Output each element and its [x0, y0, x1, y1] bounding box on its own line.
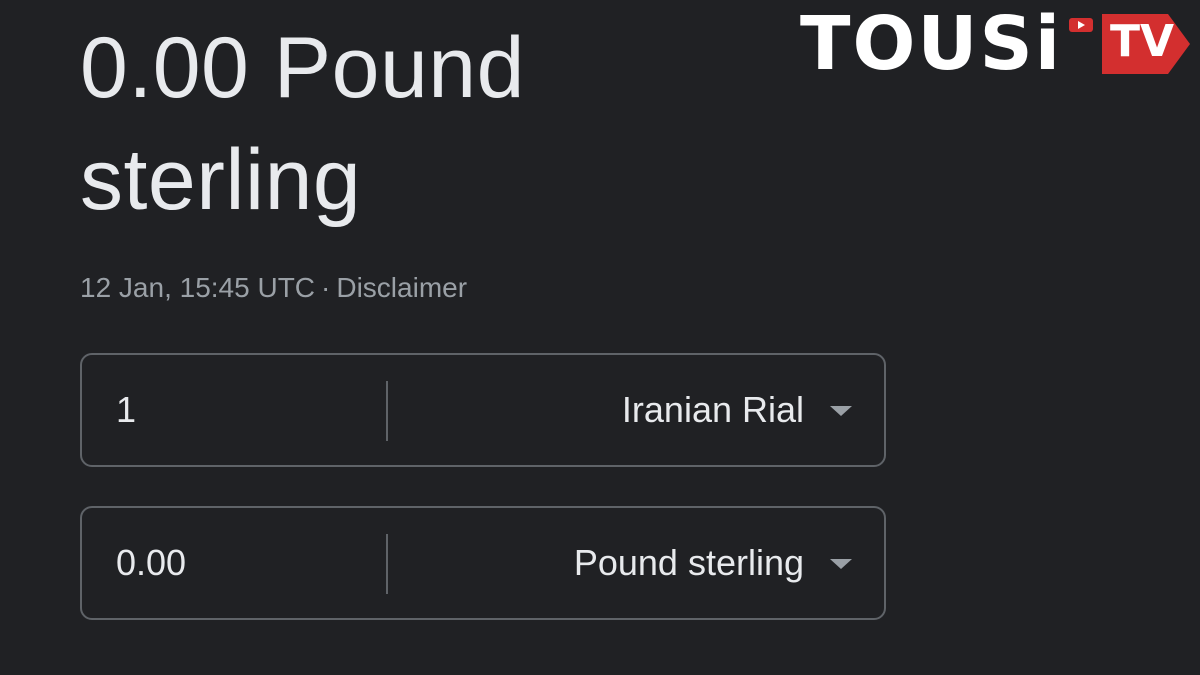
row-divider [386, 534, 388, 594]
from-currency-select[interactable]: Iranian Rial [402, 355, 884, 465]
chevron-down-icon [830, 559, 852, 569]
result-line-1: 0.00 Pound [80, 20, 525, 116]
conversion-result-title: 0.00 Pound sterling [80, 12, 780, 236]
result-line-2: sterling [80, 132, 362, 228]
to-currency-select[interactable]: Pound sterling [402, 508, 884, 618]
disclaimer-link[interactable]: Disclaimer [336, 272, 467, 303]
to-amount-input[interactable]: 0.00 [116, 508, 376, 618]
logo-wordmark: TOUSi [800, 1, 1063, 87]
meta-separator: · [321, 272, 331, 303]
rate-timestamp: 12 Jan, 15:45 UTC [80, 272, 316, 303]
logo-tv-text: TV [1110, 16, 1175, 67]
to-currency-label: Pound sterling [573, 542, 804, 583]
currency-converter-screen: 0.00 Pound sterling 12 Jan, 15:45 UTC · Di… [0, 0, 1200, 675]
from-currency-row: 1 Iranian Rial [80, 353, 886, 467]
from-amount-input[interactable]: 1 [116, 355, 376, 465]
play-icon [1069, 18, 1093, 32]
chevron-down-icon [830, 406, 852, 416]
to-currency-row: 0.00 Pound sterling [80, 506, 886, 620]
tousi-tv-logo: TOUSi TV [800, 4, 1192, 84]
from-currency-label: Iranian Rial [621, 389, 804, 430]
rate-meta: 12 Jan, 15:45 UTC · Disclaimer [80, 271, 467, 305]
row-divider [386, 381, 388, 441]
